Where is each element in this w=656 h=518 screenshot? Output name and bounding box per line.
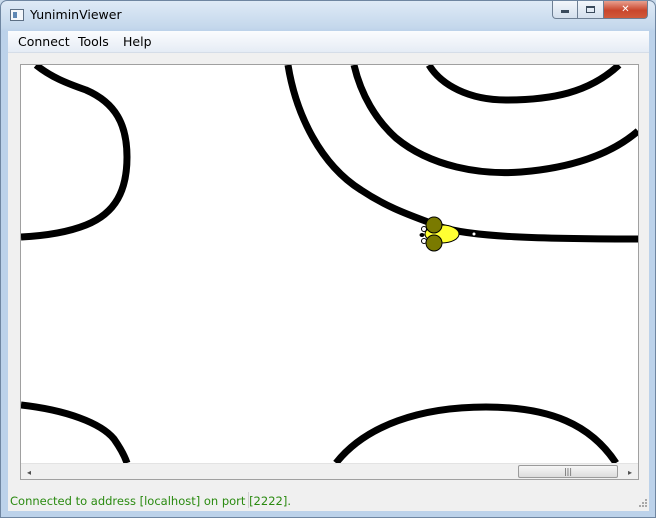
app-window: YuniminViewer ✕ Connect Tools Help ◂ |||… — [0, 0, 656, 518]
scroll-left-button[interactable]: ◂ — [21, 464, 37, 480]
caption-buttons: ✕ — [552, 1, 648, 20]
app-window-icon — [10, 9, 24, 21]
scroll-thumb[interactable]: ||| — [518, 465, 618, 478]
horizontal-scrollbar[interactable]: ◂ ||| ▸ — [21, 463, 638, 479]
status-bar: Connected to address [localhost] on port… — [8, 487, 649, 509]
track-arc-bottom-right — [333, 403, 619, 463]
chevron-right-icon: ▸ — [627, 467, 632, 477]
title-bar[interactable]: YuniminViewer ✕ — [1, 1, 655, 31]
track-canvas[interactable] — [21, 65, 638, 463]
track-curve-bottom-left — [21, 401, 131, 463]
maximize-icon — [586, 6, 595, 13]
track-svg — [21, 65, 638, 463]
status-separator — [248, 492, 249, 508]
grip-icon: ||| — [563, 467, 573, 476]
menu-tools[interactable]: Tools — [78, 34, 109, 49]
client-area: Connect Tools Help ◂ ||| ▸ Connected to … — [8, 31, 649, 511]
track-line-left — [21, 65, 131, 241]
menu-bar: Connect Tools Help — [8, 31, 649, 53]
close-icon: ✕ — [621, 4, 630, 15]
menu-help[interactable]: Help — [123, 34, 152, 49]
window-title: YuniminViewer — [30, 7, 122, 22]
scroll-right-button[interactable]: ▸ — [622, 464, 638, 480]
minimize-icon — [561, 10, 569, 13]
minimize-button[interactable] — [552, 1, 578, 19]
maximize-button[interactable] — [578, 1, 604, 19]
chevron-left-icon: ◂ — [26, 467, 31, 477]
resize-grip-icon[interactable] — [637, 497, 647, 507]
track-view: ◂ ||| ▸ — [20, 64, 639, 480]
track-arc-inner — [426, 65, 622, 104]
menu-connect[interactable]: Connect — [18, 34, 70, 49]
close-button[interactable]: ✕ — [604, 1, 648, 19]
